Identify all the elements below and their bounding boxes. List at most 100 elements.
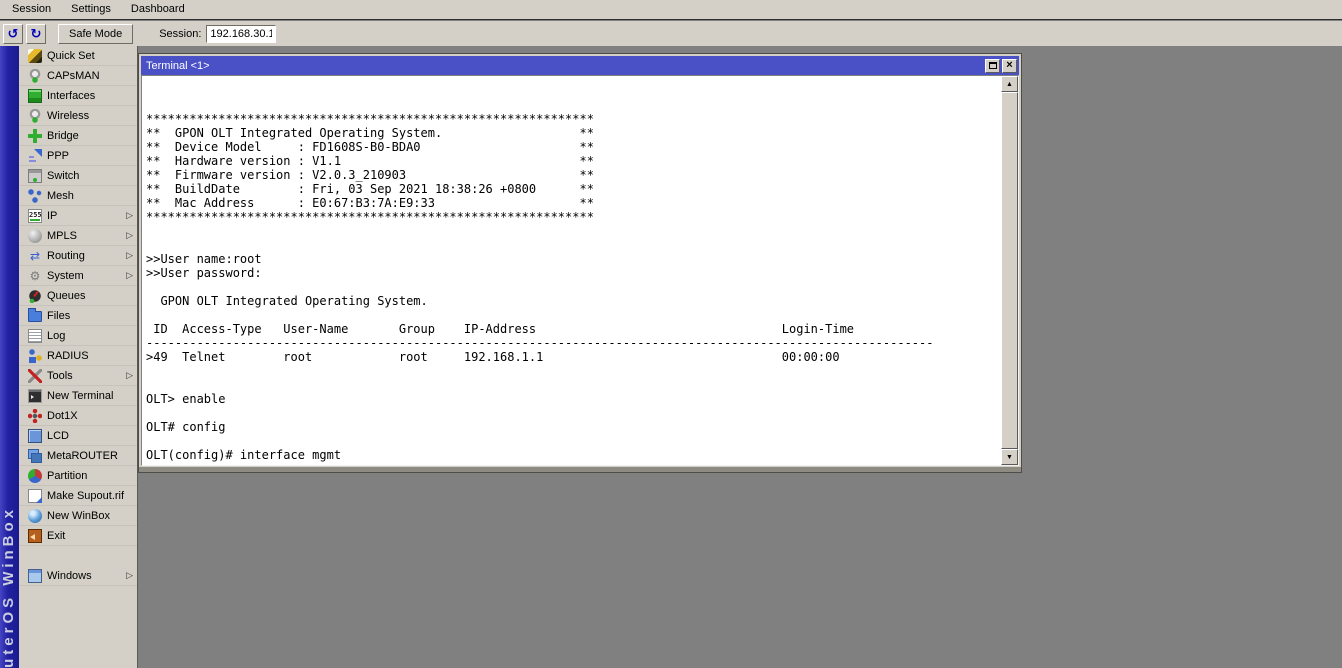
maximize-button[interactable] — [985, 59, 1000, 73]
menu-item-settings[interactable]: Settings — [61, 0, 121, 19]
mesh-icon — [28, 189, 42, 203]
scroll-down-icon: ▼ — [1006, 454, 1013, 461]
sidebar-item-label: RADIUS — [47, 350, 89, 362]
sidebar-item-log[interactable]: Log — [19, 326, 137, 346]
terminal-line — [146, 434, 1001, 448]
radius-icon — [28, 349, 42, 363]
terminal-icon — [28, 389, 42, 403]
terminal-line — [146, 406, 1001, 420]
sidebar-item-label: Log — [47, 330, 65, 342]
terminal-line: GPON OLT Integrated Operating System. — [146, 294, 1001, 308]
brand-strip: RouterOS WinBox — [0, 46, 19, 668]
redo-icon: ↻ — [31, 27, 42, 40]
submenu-arrow-icon: ▷ — [126, 230, 133, 241]
partition-icon — [28, 469, 42, 483]
ip-icon: 255 — [28, 209, 42, 223]
sidebar-item-quick-set[interactable]: Quick Set — [19, 46, 137, 66]
sidebar-item-radius[interactable]: RADIUS — [19, 346, 137, 366]
sidebar-item-label: Windows — [47, 570, 92, 582]
submenu-arrow-icon: ▷ — [126, 370, 133, 381]
session-label: Session: — [159, 28, 201, 40]
terminal-line: ** BuildDate : Fri, 03 Sep 2021 18:38:26… — [146, 182, 1001, 196]
tools-icon — [28, 369, 42, 383]
dot1x-icon — [28, 409, 42, 423]
sidebar-item-label: New Terminal — [47, 390, 113, 402]
terminal-line: ** Mac Address : E0:67:B3:7A:E9:33 ** — [146, 196, 1001, 210]
maximize-icon — [989, 62, 997, 69]
sidebar-item-dot1x[interactable]: Dot1X — [19, 406, 137, 426]
sidebar-item-label: Mesh — [47, 190, 74, 202]
sidebar-item-label: Tools — [47, 370, 73, 382]
terminal-line: OLT> enable — [146, 392, 1001, 406]
sidebar-item-routing[interactable]: ⇄Routing▷ — [19, 246, 137, 266]
sidebar-item-mpls[interactable]: MPLS▷ — [19, 226, 137, 246]
sidebar-item-queues[interactable]: Queues — [19, 286, 137, 306]
submenu-arrow-icon: ▷ — [126, 210, 133, 221]
sidebar-item-label: CAPsMAN — [47, 70, 100, 82]
sidebar-item-label: Quick Set — [47, 50, 95, 62]
menu-item-dashboard[interactable]: Dashboard — [121, 0, 195, 19]
sidebar-item-capsman[interactable]: CAPsMAN — [19, 66, 137, 86]
scrollbar-thumb[interactable] — [1001, 92, 1018, 449]
metarouter-icon — [28, 449, 42, 463]
winbox-globe-icon — [28, 509, 42, 523]
terminal-line — [146, 224, 1001, 238]
terminal-body[interactable]: ****************************************… — [141, 75, 1019, 466]
menu-item-session[interactable]: Session — [2, 0, 61, 19]
sidebar-item-new-winbox[interactable]: New WinBox — [19, 506, 137, 526]
sidebar-item-make-supout-rif[interactable]: Make Supout.rif — [19, 486, 137, 506]
sidebar-item-label: Make Supout.rif — [47, 490, 124, 502]
sidebar-item-lcd[interactable]: LCD — [19, 426, 137, 446]
sidebar-item-new-terminal[interactable]: New Terminal — [19, 386, 137, 406]
sidebar-item-label: New WinBox — [47, 510, 110, 522]
scroll-up-button[interactable]: ▲ — [1001, 76, 1018, 92]
brand-vertical-text: RouterOS WinBox — [0, 506, 19, 668]
terminal-line: ** Hardware version : V1.1 ** — [146, 154, 1001, 168]
terminal-line: ----------------------------------------… — [146, 336, 1001, 350]
sidebar-item-wireless[interactable]: Wireless — [19, 106, 137, 126]
sidebar-item-label: PPP — [47, 150, 69, 162]
submenu-arrow-icon: ▷ — [126, 250, 133, 261]
terminal-line: ****************************************… — [146, 210, 1001, 224]
sidebar-item-exit[interactable]: Exit — [19, 526, 137, 546]
sidebar-item-ppp[interactable]: PPP — [19, 146, 137, 166]
terminal-line — [146, 462, 1001, 466]
lcd-icon — [28, 429, 42, 443]
scroll-down-button[interactable]: ▼ — [1001, 449, 1018, 465]
sidebar-item-system[interactable]: ⚙System▷ — [19, 266, 137, 286]
session-input[interactable] — [206, 25, 276, 43]
menu-bar: SessionSettingsDashboard — [0, 0, 1342, 20]
terminal-scrollbar[interactable]: ▲ ▼ — [1001, 76, 1018, 465]
sidebar-item-label: System — [47, 270, 84, 282]
window-icon — [28, 569, 42, 583]
safe-mode-label: Safe Mode — [69, 28, 122, 40]
terminal-titlebar[interactable]: Terminal <1> × — [141, 56, 1019, 75]
safe-mode-button[interactable]: Safe Mode — [58, 24, 133, 44]
sidebar-item-label: Interfaces — [47, 90, 95, 102]
sidebar-item-mesh[interactable]: Mesh — [19, 186, 137, 206]
antenna-icon — [28, 69, 42, 83]
log-icon — [28, 329, 42, 343]
sidebar-item-label: Switch — [47, 170, 79, 182]
undo-button[interactable]: ↺ — [3, 24, 23, 44]
close-button[interactable]: × — [1002, 59, 1017, 73]
sidebar-item-partition[interactable]: Partition — [19, 466, 137, 486]
sidebar-item-windows[interactable]: Windows▷ — [19, 566, 137, 586]
sidebar: Quick Set CAPsMAN Interfaces Wireless Bridge… — [19, 46, 138, 668]
terminal-line: >>User name:root — [146, 252, 1001, 266]
terminal-line — [146, 308, 1001, 322]
switch-icon — [28, 169, 42, 183]
terminal-line — [146, 238, 1001, 252]
terminal-text: ****************************************… — [142, 76, 1001, 465]
sidebar-item-ip[interactable]: 255IP▷ — [19, 206, 137, 226]
sidebar-item-files[interactable]: Files — [19, 306, 137, 326]
sidebar-item-label: Bridge — [47, 130, 79, 142]
supout-icon — [28, 489, 42, 503]
undo-icon: ↺ — [8, 27, 19, 40]
sidebar-item-tools[interactable]: Tools ▷ — [19, 366, 137, 386]
redo-button[interactable]: ↻ — [26, 24, 46, 44]
sidebar-item-switch[interactable]: Switch — [19, 166, 137, 186]
sidebar-item-metarouter[interactable]: MetaROUTER — [19, 446, 137, 466]
sidebar-item-bridge[interactable]: Bridge — [19, 126, 137, 146]
sidebar-item-interfaces[interactable]: Interfaces — [19, 86, 137, 106]
